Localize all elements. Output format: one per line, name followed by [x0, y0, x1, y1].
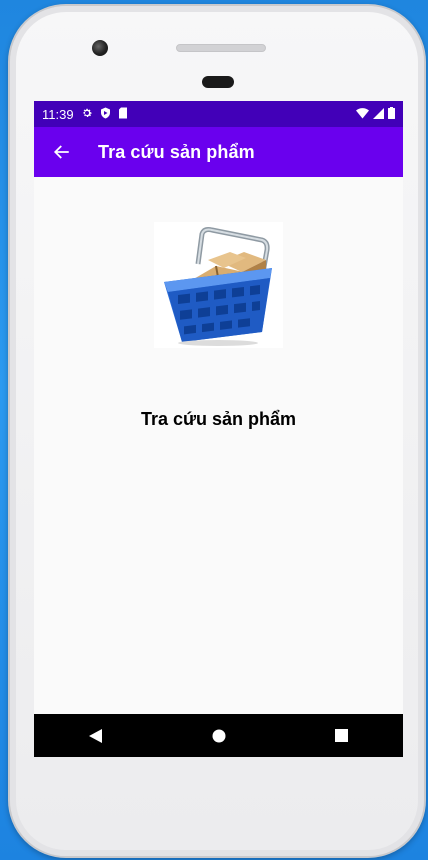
app-bar: Tra cứu sản phẩm [34, 127, 403, 177]
nav-back-button[interactable] [76, 721, 116, 751]
settings-icon [81, 107, 93, 122]
front-camera [92, 40, 108, 56]
page-title: Tra cứu sản phẩm [98, 141, 255, 162]
signal-icon [373, 107, 384, 122]
home-circle-icon [212, 729, 225, 742]
sd-card-icon [118, 107, 128, 122]
back-triangle-icon [88, 728, 102, 743]
navigation-bar [34, 714, 403, 757]
earpiece-speaker [176, 44, 266, 52]
proximity-sensor [202, 76, 234, 88]
nav-recents-button[interactable] [322, 721, 362, 751]
arrow-left-icon [53, 145, 69, 159]
status-bar: 11:39 [34, 101, 403, 127]
recents-square-icon [335, 729, 348, 742]
wifi-icon [356, 107, 369, 122]
status-time: 11:39 [42, 106, 74, 122]
battery-icon [388, 106, 395, 122]
device-screen: 11:39 Tra cứu sản phẩm Tra cứu sản phẩm [34, 101, 403, 757]
shield-icon [100, 107, 111, 122]
content-area: Tra cứu sản phẩm [34, 177, 403, 717]
back-button[interactable] [50, 140, 74, 164]
shopping-basket-icon [164, 227, 272, 346]
basket-image[interactable] [154, 222, 283, 348]
main-label: Tra cứu sản phẩm [140, 409, 297, 429]
phone-frame: 11:39 Tra cứu sản phẩm Tra cứu sản phẩm [8, 4, 426, 858]
nav-home-button[interactable] [199, 721, 239, 751]
